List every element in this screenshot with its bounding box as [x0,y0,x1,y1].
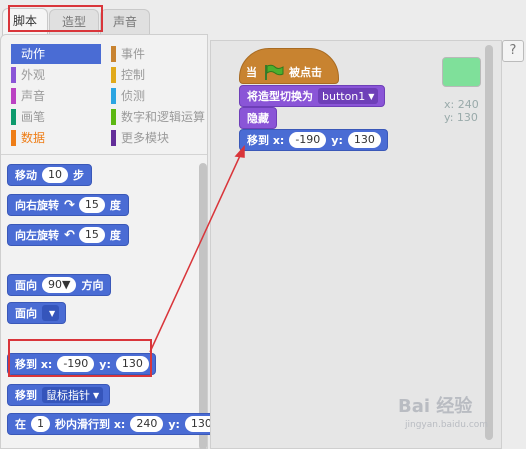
category-motion[interactable]: 动作 [11,44,101,64]
category-events[interactable]: 事件 [111,44,207,64]
chevron-down-icon: ▼ [368,91,375,101]
script-scrollbar[interactable] [485,45,493,440]
go-to-target-dropdown[interactable]: 鼠标指针 ▼ [42,387,104,403]
category-color-bar [11,67,16,83]
x-input[interactable]: -190 [289,132,327,148]
block-switch-costume[interactable]: 将造型切换为 button1 ▼ [239,85,386,107]
x-input[interactable]: 240 [130,416,164,432]
sprite-thumbnail[interactable] [442,57,481,87]
category-color-bar [11,109,16,125]
category-color-bar [11,88,16,104]
category-color-bar [111,46,116,62]
category-looks[interactable]: 外观 [11,65,101,85]
costume-dropdown[interactable]: button1 ▼ [318,88,379,104]
palette-scrollbar[interactable] [199,163,207,449]
sprite-y-readout: y: 130 [444,111,478,124]
category-control[interactable]: 控制 [111,65,207,85]
tab-sounds[interactable]: 声音 [100,9,150,35]
help-button[interactable]: ? [502,40,524,62]
category-highlight-box [8,5,103,32]
block-turn-left[interactable]: 向左旋转 ↶ 15 度 [7,224,129,246]
category-sound[interactable]: 声音 [11,86,101,106]
sprite-x-readout: x: 240 [444,98,479,111]
chevron-down-icon: ▼ [49,308,56,318]
category-list: 动作 事件 外观 控制 声音 侦测 画笔 数字和逻辑运算 数据 更多模块 [1,35,209,155]
block-hide[interactable]: 隐藏 [239,107,277,129]
category-color-bar [111,67,116,83]
category-pen[interactable]: 画笔 [11,107,101,127]
green-flag-icon [265,64,284,80]
block-point-in-direction[interactable]: 面向 90▼ 方向 [7,274,112,296]
watermark-logo: Bai 经验 [398,396,473,417]
chevron-down-icon: ▼ [93,390,100,400]
category-color-bar [111,88,116,104]
y-input[interactable]: 130 [347,132,381,148]
degrees-input[interactable]: 15 [78,197,105,213]
category-sensing[interactable]: 侦测 [111,86,207,106]
go-to-xy-highlight-box [8,339,152,377]
direction-input[interactable]: 90▼ [42,277,77,293]
hat-content: 当 被点击 [246,64,322,80]
degrees-input[interactable]: 15 [78,227,105,243]
category-divider [1,154,207,155]
seconds-input[interactable]: 1 [31,416,50,432]
towards-dropdown[interactable]: ▼ [42,305,60,321]
block-go-to-xy-script[interactable]: 移到 x: -190 y: 130 [239,129,388,151]
block-point-towards[interactable]: 面向 ▼ [7,302,67,324]
category-data[interactable]: 数据 [11,128,101,148]
watermark-url: jingyan.baidu.com [405,420,489,430]
category-more-blocks[interactable]: 更多模块 [111,128,207,148]
block-move-steps[interactable]: 移动 10 步 [7,164,92,186]
category-operators[interactable]: 数字和逻辑运算 [111,107,207,127]
block-when-flag-clicked[interactable]: 当 被点击 [239,48,339,84]
block-glide[interactable]: 在 1 秒内滑行到 x: 240 y: 130 [7,413,225,435]
category-color-bar [11,46,16,62]
rotate-clockwise-icon: ↷ [64,197,75,213]
block-turn-right[interactable]: 向右旋转 ↷ 15 度 [7,194,129,216]
category-color-bar [111,109,116,125]
rotate-counterclockwise-icon: ↶ [64,227,75,243]
category-color-bar [111,130,116,146]
block-go-to[interactable]: 移到 鼠标指针 ▼ [7,384,111,406]
steps-input[interactable]: 10 [42,167,68,183]
category-color-bar [11,130,16,146]
